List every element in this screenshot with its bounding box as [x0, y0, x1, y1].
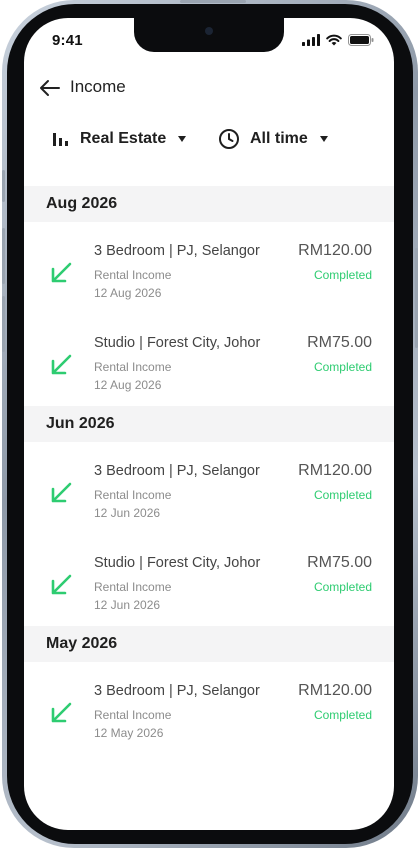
arrow-down-left-icon: [51, 574, 72, 595]
volume-down-button: [2, 296, 5, 352]
wifi-icon: [326, 34, 342, 46]
status-badge: Completed: [313, 488, 372, 502]
battery-icon: [348, 34, 374, 46]
arrow-down-left-icon: [51, 354, 72, 375]
transaction-type: Rental Income: [94, 268, 172, 282]
property-filter-label: Real Estate: [80, 130, 167, 147]
transaction-row[interactable]: 3 Bedroom | PJ, Selangor Rental Income 1…: [24, 662, 394, 754]
transaction-type: Rental Income: [94, 488, 172, 502]
transaction-row[interactable]: 3 Bedroom | PJ, Selangor Rental Income 1…: [24, 442, 394, 534]
transaction-amount: RM120.00: [298, 462, 372, 479]
mute-switch: [2, 170, 5, 202]
transaction-row[interactable]: 3 Bedroom | PJ, Selangor Rental Income 1…: [24, 222, 394, 314]
arrow-down-left-icon: [51, 262, 72, 283]
month-header: Jun 2026: [24, 406, 394, 442]
caret-down-icon: [319, 136, 328, 142]
signal-icon: [302, 34, 320, 46]
status-badge: Completed: [313, 580, 372, 594]
status-icons: [302, 34, 374, 46]
transaction-type: Rental Income: [94, 708, 172, 722]
bar-chart-icon: [53, 133, 68, 146]
transaction-date: 12 May 2026: [94, 726, 164, 740]
transaction-row[interactable]: Studio | Forest City, Johor Rental Incom…: [24, 534, 394, 626]
app-screen: 9:41 Income Real Estate All time Aug 202…: [24, 18, 394, 830]
transaction-type: Rental Income: [94, 360, 172, 374]
month-header: Aug 2026: [24, 186, 394, 222]
transaction-name: Studio | Forest City, Johor: [94, 335, 261, 351]
transaction-amount: RM75.00: [307, 334, 372, 351]
caret-down-icon: [178, 136, 187, 142]
status-badge: Completed: [313, 268, 372, 282]
month-header: May 2026: [24, 626, 394, 662]
period-filter-label: All time: [250, 130, 308, 147]
page-header: Income: [24, 72, 394, 104]
status-time: 9:41: [52, 32, 83, 49]
property-filter-dropdown[interactable]: Real Estate: [52, 124, 187, 154]
transaction-type: Rental Income: [94, 580, 172, 594]
transaction-row[interactable]: Studio | Forest City, Johor Rental Incom…: [24, 314, 394, 406]
arrow-down-left-icon: [51, 702, 72, 723]
transaction-amount: RM75.00: [307, 554, 372, 571]
filter-bar: Real Estate All time: [24, 124, 394, 154]
transaction-date: 12 Jun 2026: [94, 506, 161, 520]
arrow-left-icon: [40, 80, 60, 96]
notch: [134, 18, 284, 52]
status-bar: 9:41: [24, 18, 394, 64]
transaction-amount: RM120.00: [298, 682, 372, 699]
arrow-down-left-icon: [51, 482, 72, 503]
transaction-date: 12 Jun 2026: [94, 598, 161, 612]
page-title: Income: [70, 77, 126, 96]
status-badge: Completed: [313, 360, 372, 374]
transaction-name: 3 Bedroom | PJ, Selangor: [94, 463, 260, 479]
clock-icon: [219, 129, 239, 149]
transaction-amount: RM120.00: [298, 242, 372, 259]
transaction-list: Aug 2026 3 Bedroom | PJ, Selangor Rental…: [24, 186, 394, 754]
power-button-top: [180, 0, 246, 3]
transaction-date: 12 Aug 2026: [94, 378, 162, 392]
transaction-name: 3 Bedroom | PJ, Selangor: [94, 243, 260, 259]
volume-up-button: [2, 228, 5, 284]
transaction-date: 12 Aug 2026: [94, 286, 162, 300]
status-badge: Completed: [313, 708, 372, 722]
camera-icon: [205, 27, 213, 35]
transaction-name: Studio | Forest City, Johor: [94, 555, 261, 571]
back-button[interactable]: [38, 76, 62, 100]
side-button: [415, 248, 418, 348]
period-filter-dropdown[interactable]: All time: [218, 124, 328, 154]
transaction-name: 3 Bedroom | PJ, Selangor: [94, 683, 260, 699]
